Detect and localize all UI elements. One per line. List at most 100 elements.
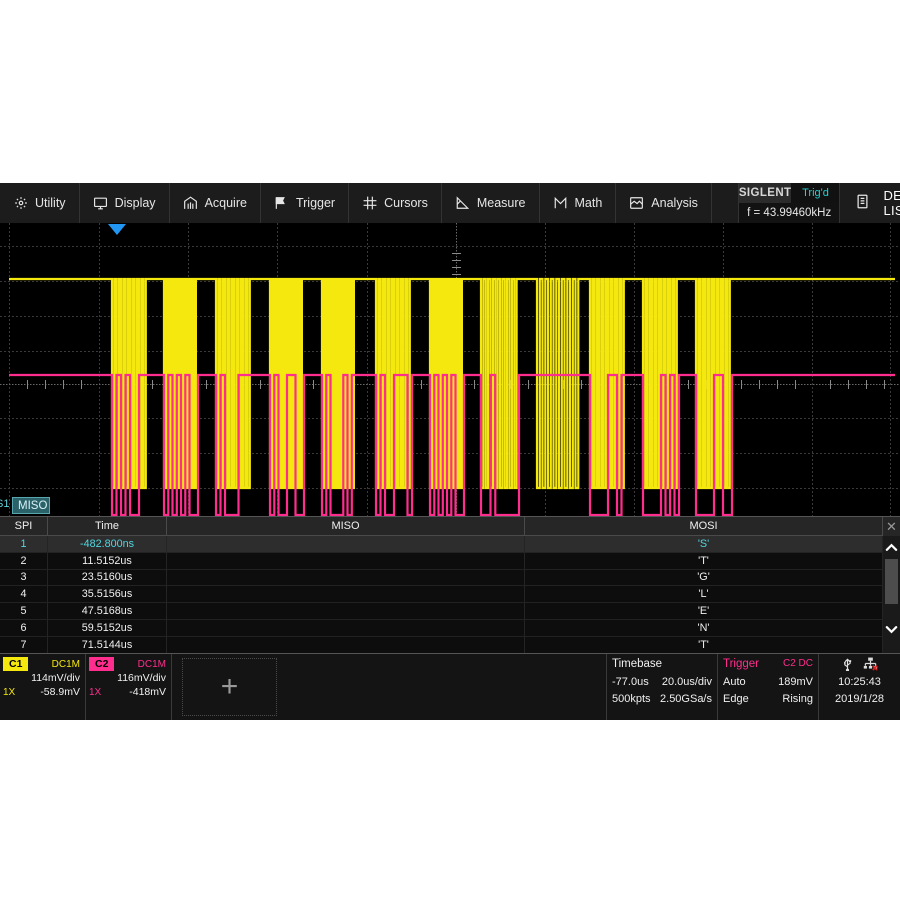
- trigger-row-1: Auto 189mV: [718, 673, 818, 690]
- column-header-time[interactable]: Time: [48, 517, 167, 535]
- lan-error-icon[interactable]: [863, 657, 878, 671]
- system-time: 10:25:43: [819, 673, 900, 690]
- cell-miso: [167, 586, 525, 602]
- cursors-icon: [362, 196, 377, 211]
- column-header-mosi[interactable]: MOSI: [525, 517, 883, 535]
- decode-row-label-miso[interactable]: MISO: [12, 497, 50, 514]
- channel2-trace: [9, 375, 895, 515]
- cell-spi: 2: [0, 553, 48, 569]
- channel2-tag[interactable]: C2: [89, 657, 114, 671]
- channel2-top-row: C2 DC1M: [89, 657, 166, 671]
- channel1-scale-row: 114mV/div: [3, 671, 80, 685]
- cell-mosi: 'T': [525, 553, 883, 569]
- cell-miso: [167, 637, 525, 653]
- channel1-offset: -58.9mV: [15, 686, 80, 698]
- table-row[interactable]: 323.5160us'G': [0, 570, 900, 587]
- scroll-up-icon[interactable]: [883, 537, 900, 557]
- analysis-icon: [629, 196, 644, 211]
- column-header-spi[interactable]: SPI: [0, 517, 48, 535]
- timebase-panel[interactable]: Timebase -77.0us 20.0us/div 500kpts 2.50…: [606, 654, 717, 720]
- toolbar-item-acquire[interactable]: Acquire: [170, 183, 261, 223]
- timebase-row-2: 500kpts 2.50GSa/s: [607, 690, 717, 707]
- toolbar-item-math[interactable]: Math: [540, 183, 617, 223]
- toolbar-item-cursors[interactable]: Cursors: [349, 183, 442, 223]
- cell-mosi: 'E': [525, 603, 883, 619]
- channel1-scale: 114mV/div: [3, 672, 80, 684]
- channel1-status-box[interactable]: C1 DC1M 114mV/div 1X -58.9mV: [0, 654, 86, 720]
- toolbar-item-measure-label: Measure: [477, 196, 526, 210]
- cell-time: 47.5168us: [48, 603, 167, 619]
- decode-list-label: DECODE LIST: [883, 188, 900, 218]
- trigger-row-2: Edge Rising: [718, 690, 818, 707]
- add-math-channel-button[interactable]: +: [182, 658, 277, 716]
- cell-miso: [167, 536, 525, 552]
- brand-status-box: SIGLENT Trig'd f = 43.99460kHz: [738, 183, 841, 223]
- table-row[interactable]: 659.5152us'N': [0, 620, 900, 637]
- monitor-icon: [93, 196, 108, 211]
- table-scrollbar[interactable]: ✕: [883, 517, 900, 654]
- column-header-miso[interactable]: MISO: [167, 517, 525, 535]
- table-row[interactable]: 547.5168us'E': [0, 603, 900, 620]
- toolbar-item-measure[interactable]: Measure: [442, 183, 540, 223]
- channel2-status-box[interactable]: C2 DC1M 116mV/div 1X -418mV: [86, 654, 172, 720]
- toolbar-spacer: [712, 183, 738, 223]
- cell-time: 71.5144us: [48, 637, 167, 653]
- cell-time: 35.5156us: [48, 586, 167, 602]
- channel1-tag[interactable]: C1: [3, 657, 28, 671]
- timebase-sample-rate: 2.50GSa/s: [656, 690, 717, 707]
- cell-miso: [167, 570, 525, 586]
- close-icon[interactable]: ✕: [883, 517, 900, 536]
- acquire-icon: [183, 196, 198, 211]
- cell-mosi: 'T': [525, 637, 883, 653]
- table-header-row: SPI Time MISO MOSI: [0, 517, 900, 536]
- timebase-title: Timebase: [607, 654, 717, 673]
- channel2-scale: 116mV/div: [89, 672, 166, 684]
- cell-mosi: 'S': [525, 536, 883, 552]
- trigger-panel[interactable]: Trigger C2 DC Auto 189mV Edge Rising: [717, 654, 818, 720]
- list-icon: [856, 194, 869, 212]
- system-panel: 10:25:43 2019/1/28: [818, 654, 900, 720]
- decode-bus-label: S1: [0, 498, 9, 510]
- toolbar-item-acquire-label: Acquire: [205, 196, 247, 210]
- table-row[interactable]: 1-482.800ns'S': [0, 536, 900, 553]
- cell-spi: 3: [0, 570, 48, 586]
- toolbar-item-display-label: Display: [115, 196, 156, 210]
- trigger-state-badge: Trig'd: [791, 183, 839, 203]
- toolbar-item-trigger[interactable]: Trigger: [261, 183, 349, 223]
- toolbar-item-utility[interactable]: Utility: [0, 183, 80, 223]
- gear-icon: [13, 196, 28, 211]
- bottom-status-bar: C1 DC1M 114mV/div 1X -58.9mV C2 DC1M 116…: [0, 653, 900, 720]
- toolbar-item-trigger-label: Trigger: [296, 196, 335, 210]
- system-date: 2019/1/28: [819, 690, 900, 707]
- decode-list-table[interactable]: SPI Time MISO MOSI 1-482.800ns'S'211.515…: [0, 516, 900, 653]
- frequency-readout: f = 43.99460kHz: [739, 203, 840, 223]
- trigger-title-row: Trigger C2 DC: [718, 654, 818, 673]
- trigger-level: 189mV: [763, 673, 818, 690]
- siglent-logo: SIGLENT: [739, 183, 792, 203]
- channel2-offset-row: 1X -418mV: [89, 685, 166, 699]
- table-row[interactable]: 211.5152us'T': [0, 553, 900, 570]
- waveform-graph[interactable]: 1 2 S1 MISO MOSI 'S''T''G''L''E''N''T''_…: [0, 223, 900, 516]
- channel1-probe: 1X: [3, 687, 15, 698]
- cell-mosi: 'G': [525, 570, 883, 586]
- measure-icon: [455, 196, 470, 211]
- table-row[interactable]: 771.5144us 'T': [0, 637, 900, 654]
- scroll-down-icon[interactable]: [883, 620, 900, 640]
- table-row[interactable]: 435.5156us'L': [0, 586, 900, 603]
- cell-spi: 7: [0, 637, 48, 653]
- timebase-delay: -77.0us: [607, 673, 657, 690]
- decode-list-button[interactable]: DECODE LIST: [840, 183, 900, 223]
- usb-icon[interactable]: [842, 656, 853, 671]
- plus-icon: +: [221, 672, 239, 702]
- oscilloscope-screen: Utility Display Acquire: [0, 183, 900, 720]
- toolbar-item-analysis[interactable]: Analysis: [616, 183, 712, 223]
- timebase-scale: 20.0us/div: [657, 673, 717, 690]
- toolbar-item-analysis-label: Analysis: [651, 196, 698, 210]
- scrollbar-thumb[interactable]: [885, 559, 898, 604]
- toolbar-item-display[interactable]: Display: [80, 183, 170, 223]
- cell-mosi: 'N': [525, 620, 883, 636]
- trigger-position-marker[interactable]: [108, 224, 126, 235]
- channel1-offset-row: 1X -58.9mV: [3, 685, 80, 699]
- system-icons: [819, 654, 900, 673]
- trigger-source: C2 DC: [783, 658, 813, 669]
